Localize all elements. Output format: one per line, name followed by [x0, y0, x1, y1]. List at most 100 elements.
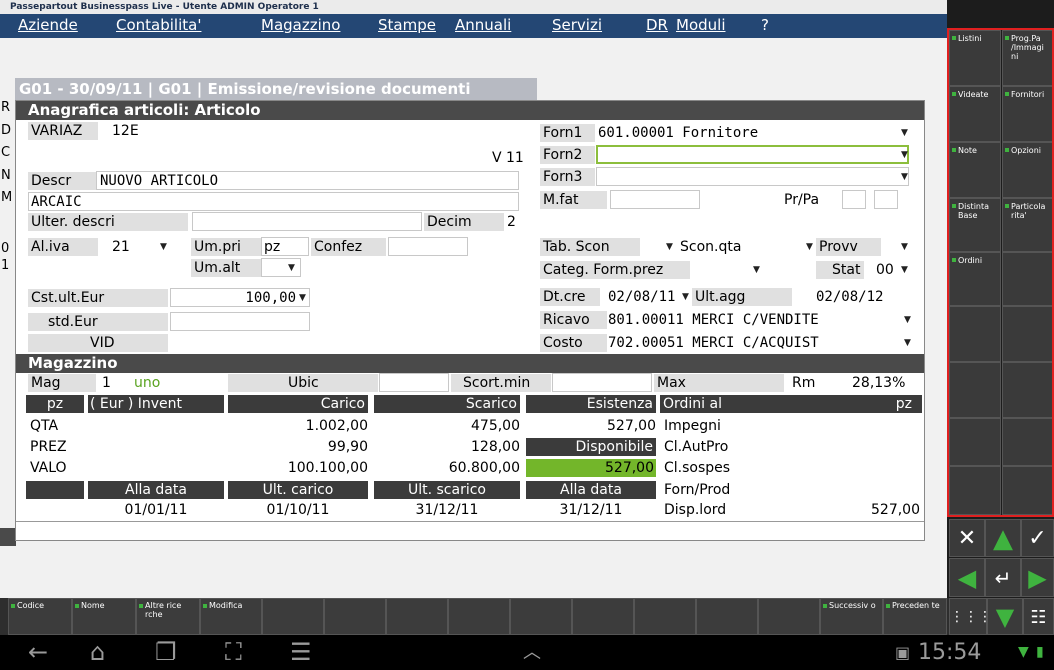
scortmin-label: Scort.min [451, 374, 551, 392]
valo-scarico: 60.800,00 [448, 460, 520, 476]
nome-button[interactable]: Nome [72, 598, 136, 635]
provv-dropdown-icon[interactable]: ▼ [901, 238, 908, 256]
umpri-field[interactable]: pz [261, 237, 309, 256]
screenshot-icon[interactable]: ⛶ [225, 635, 242, 670]
enter-icon[interactable]: ↵ [985, 558, 1021, 597]
back-icon[interactable]: ← [28, 635, 48, 670]
cst-dropdown-icon[interactable]: ▼ [299, 289, 306, 307]
forn3-dropdown-icon[interactable]: ▼ [901, 168, 908, 186]
sconqta-dropdown-icon[interactable]: ▼ [806, 238, 813, 256]
decim-value[interactable]: 2 [507, 213, 516, 231]
altre-ricerche-button[interactable]: Altre rice rche [136, 598, 200, 635]
ricavo-dropdown-icon[interactable]: ▼ [904, 311, 911, 329]
menu-magazzino[interactable]: Magazzino [261, 16, 340, 34]
article-code[interactable]: 12E [112, 122, 139, 140]
menu-moduli[interactable]: Moduli [676, 16, 725, 34]
fn-empty-button[interactable] [572, 598, 634, 635]
menu-annuali[interactable]: Annuali [455, 16, 511, 34]
forn2-dropdown-icon[interactable]: ▼ [901, 146, 908, 164]
description-field[interactable]: NUOVO ARTICOLO [96, 171, 519, 190]
ordini-header: Ordini al pz [660, 395, 922, 413]
modifica-button[interactable]: Modifica [200, 598, 262, 635]
arrow-right-icon[interactable]: ▶ [1021, 558, 1054, 597]
ricavo-value[interactable]: 801.00011 MERCI C/VENDITE [608, 311, 819, 329]
fn-empty-button[interactable] [386, 598, 448, 635]
menu-stampe[interactable]: Stampe [378, 16, 436, 34]
divider [16, 521, 924, 522]
fn-empty-button[interactable] [696, 598, 758, 635]
recent-apps-icon[interactable]: ❐ [155, 635, 177, 670]
tabscon-dropdown-icon[interactable]: ▼ [666, 238, 673, 256]
menu-help[interactable]: ? [761, 16, 769, 34]
forn1-dropdown-icon[interactable]: ▼ [901, 124, 908, 142]
pa-field[interactable] [874, 190, 898, 209]
pr-field[interactable] [842, 190, 866, 209]
version-label: V 11 [492, 150, 524, 166]
document-title-bar: G01 - 30/09/11 | G01 | Emissione/revisio… [15, 78, 537, 100]
vid-label: VID [28, 334, 168, 352]
ubic-label: Ubic [228, 374, 378, 392]
confez-field[interactable] [388, 237, 468, 256]
qta-scarico: 475,00 [471, 418, 520, 434]
precedente-button[interactable]: Preceden te [883, 598, 947, 635]
arrow-left-icon[interactable]: ◀ [949, 558, 985, 597]
costo-dropdown-icon[interactable]: ▼ [904, 334, 911, 352]
alla-data-header-2: Alla data [526, 481, 656, 499]
bg-letter: C [1, 145, 11, 160]
dtcre-dropdown-icon[interactable]: ▼ [682, 288, 689, 306]
ubic-field[interactable] [379, 373, 449, 392]
stat-value[interactable]: 00 [876, 261, 894, 279]
menu-icon[interactable]: ☰ [290, 635, 312, 670]
std-field[interactable] [170, 312, 310, 331]
notification-icon[interactable]: ▣ [895, 635, 910, 670]
close-icon[interactable]: ✕ [949, 519, 985, 557]
dtcre-value[interactable]: 02/08/11 [608, 288, 675, 306]
wifi-icon: ▼ [1018, 644, 1029, 660]
fn-empty-button[interactable] [262, 598, 324, 635]
fn-empty-button[interactable] [510, 598, 572, 635]
ricavo-label: Ricavo [540, 311, 607, 329]
arrow-up-icon[interactable]: ▲ [985, 519, 1021, 557]
fn-empty-button[interactable] [758, 598, 820, 635]
categ-dropdown-icon[interactable]: ▼ [753, 261, 760, 279]
description2-field[interactable]: ARCAIC [28, 192, 519, 211]
umalt-dropdown-icon[interactable]: ▼ [288, 259, 295, 277]
arrow-down-icon[interactable]: ▼ [987, 598, 1023, 635]
successivo-button[interactable]: Successiv o [820, 598, 883, 635]
disponibile-label: Disponibile [526, 438, 656, 456]
ulter-descri-field[interactable] [192, 212, 422, 231]
menu-dr[interactable]: DR [646, 16, 668, 34]
qta-esistenza: 527,00 [607, 418, 656, 434]
check-icon[interactable]: ✓ [1021, 519, 1054, 557]
mfat-field[interactable] [610, 190, 700, 209]
bg-letter: M [1, 190, 13, 205]
eur-invent-header: ( Eur ) Invent [88, 395, 224, 413]
fn-empty-button[interactable] [634, 598, 696, 635]
forn3-field[interactable] [596, 167, 909, 186]
menu-servizi[interactable]: Servizi [552, 16, 602, 34]
expand-up-icon[interactable]: ︿ [523, 635, 541, 670]
menu-aziende[interactable]: Aziende [18, 16, 78, 34]
keyboard-grid-icon[interactable]: ☷ [1023, 598, 1054, 635]
costo-value[interactable]: 702.00051 MERCI C/ACQUIST [608, 334, 819, 352]
home-icon[interactable]: ⌂ [90, 635, 105, 670]
aliva-value[interactable]: 21 [112, 238, 130, 256]
grid-icon[interactable]: ⋮⋮⋮ [949, 598, 992, 635]
forn2-field[interactable] [596, 145, 909, 164]
codice-button[interactable]: Codice [8, 598, 72, 635]
fn-empty-button[interactable] [448, 598, 510, 635]
aliva-dropdown-icon[interactable]: ▼ [160, 238, 167, 256]
fn-empty-button[interactable] [324, 598, 386, 635]
umalt-field[interactable] [261, 258, 301, 277]
forn1-value[interactable]: 601.00001 Fornitore [598, 124, 758, 142]
bg-letter: R [1, 100, 11, 115]
menu-contabilita[interactable]: Contabilita' [116, 16, 201, 34]
carico-header: Carico [228, 395, 368, 413]
disponibile-value: 527,00 [526, 459, 656, 477]
cst-field[interactable]: 100,00 [170, 288, 310, 307]
stat-dropdown-icon[interactable]: ▼ [901, 261, 908, 279]
mag-number[interactable]: 1 [102, 374, 111, 392]
scortmin-field[interactable] [552, 373, 652, 392]
ultagg-value[interactable]: 02/08/12 [816, 288, 883, 306]
alla-data-header-1: Alla data [88, 481, 224, 499]
